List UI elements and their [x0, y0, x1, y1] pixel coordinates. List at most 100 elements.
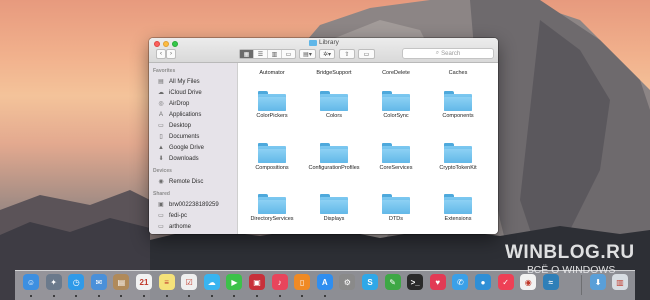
folder-icon — [309, 39, 317, 46]
safari-icon[interactable]: ◷ — [68, 274, 85, 290]
folder-label: Compositions — [255, 165, 289, 171]
computer-icon: ▭ — [158, 213, 164, 219]
watermark-title: WINBLOG.RU — [505, 242, 635, 263]
tags-button[interactable]: ▭ — [358, 49, 375, 59]
messages-icon[interactable]: ☁ — [203, 274, 220, 290]
reminders-icon[interactable]: ☑ — [181, 274, 198, 290]
applications-icon: A — [158, 111, 163, 118]
sidebar-item[interactable]: ▤ All My Files — [149, 76, 237, 87]
forward-button[interactable]: › — [166, 49, 176, 59]
folder-item[interactable]: Components — [427, 91, 489, 119]
folder-label: ConfigurationProfiles — [308, 165, 360, 171]
folder-icon — [320, 143, 348, 163]
icon-view-button[interactable]: ▦ — [240, 50, 254, 58]
disc-icon: ◉ — [158, 179, 164, 185]
list-view-button[interactable]: ☰ — [254, 50, 268, 58]
file-item-label[interactable]: Automator — [241, 70, 303, 76]
folder-item[interactable]: DTDs — [365, 194, 427, 222]
pocket-icon[interactable]: ✓ — [497, 274, 514, 290]
all-files-icon: ▤ — [158, 79, 164, 85]
sidebar-item[interactable]: ▣ brw002238189259 — [149, 199, 237, 210]
sidebar-item[interactable]: A Applications — [149, 109, 237, 120]
finder-icon[interactable]: ☺ — [23, 274, 39, 290]
notes-icon[interactable]: ≡ — [158, 274, 175, 290]
sidebar-item[interactable]: ◎ AirDrop — [149, 98, 237, 109]
folder-label: CoreServices — [379, 165, 413, 171]
folder-item[interactable]: ConfigurationProfiles — [303, 143, 365, 171]
launchpad-icon[interactable]: ✦ — [45, 274, 62, 290]
folder-item[interactable]: Extensions — [427, 194, 489, 222]
photo-booth-icon[interactable]: ▣ — [249, 274, 265, 290]
terminal-icon[interactable]: >_ — [407, 274, 424, 290]
search-field[interactable]: ⌕ Search — [402, 48, 494, 59]
contacts-icon[interactable]: ▤ — [113, 274, 130, 290]
twitter-icon[interactable]: ✆ — [452, 274, 469, 290]
sidebar-item[interactable]: ▭ arthome — [149, 221, 237, 232]
folder-item[interactable]: CryptoTokenKit — [427, 143, 489, 171]
share-icon: ⇧ — [344, 51, 350, 58]
computer-icon: ▭ — [158, 224, 164, 230]
system-preferences-icon[interactable]: ⚙ — [339, 274, 356, 290]
lips-icon[interactable]: ♥ — [429, 274, 446, 290]
finder-window[interactable]: Library ‹ › ▦ ☰ ▥ ▭ ▤▾ ✲▾ ⇧ ▭ ⌕ Search F… — [149, 38, 498, 234]
mavericks-icon[interactable]: ≈ — [542, 274, 559, 290]
file-item-label[interactable]: CoreDelete — [365, 70, 427, 76]
sidebar-item[interactable]: ▲ Google Drive — [149, 142, 237, 153]
window-title: Library — [309, 39, 339, 46]
search-icon: ⌕ — [435, 50, 440, 56]
column-view-button[interactable]: ▥ — [268, 50, 282, 58]
downloads-stack-icon[interactable]: ⬇ — [590, 274, 606, 290]
folder-label: Components — [442, 113, 474, 119]
file-item-label[interactable]: BridgeSupport — [303, 70, 365, 76]
trash-icon[interactable]: ▥ — [612, 274, 628, 290]
ibooks-icon[interactable]: ▯ — [294, 274, 311, 290]
facetime-icon[interactable]: ▶ — [226, 274, 243, 290]
mail-icon[interactable]: ✉ — [90, 274, 107, 290]
action-button[interactable]: ✲▾ — [319, 49, 335, 59]
calendar-icon[interactable]: 21 — [136, 274, 152, 290]
folder-label: DirectoryServices — [250, 216, 294, 222]
folder-label: Colors — [326, 113, 342, 119]
itunes-icon[interactable]: ♪ — [271, 274, 288, 290]
cover-flow-button[interactable]: ▭ — [282, 50, 295, 58]
sidebar-item[interactable]: ◉ Remote Disc — [149, 176, 237, 187]
skype-icon[interactable]: S — [362, 274, 378, 290]
sidebar-item-label: fedi-pc — [169, 212, 188, 219]
folder-icon — [382, 91, 410, 111]
sidebar-item[interactable]: ▯ Documents — [149, 131, 237, 142]
file-item-label[interactable]: Caches — [427, 70, 489, 76]
view-mode-group[interactable]: ▦ ☰ ▥ ▭ — [239, 49, 296, 59]
title-bar[interactable]: Library ‹ › ▦ ☰ ▥ ▭ ▤▾ ✲▾ ⇧ ▭ ⌕ Search — [149, 38, 498, 63]
minimize-button[interactable] — [163, 41, 169, 47]
sidebar-item[interactable]: ☁ iCloud Drive — [149, 87, 237, 98]
share-button[interactable]: ⇧ — [339, 49, 355, 59]
folder-item[interactable]: ColorPickers — [241, 91, 303, 119]
file-grid: Automator BridgeSupport CoreDelete Caches Co… — [239, 63, 498, 234]
chrome-icon[interactable]: ◉ — [520, 274, 537, 290]
back-button[interactable]: ‹ — [156, 49, 166, 59]
dock-separator — [581, 275, 582, 295]
folder-item[interactable]: ColorSync — [365, 91, 427, 119]
folder-item[interactable]: DirectoryServices — [241, 194, 303, 222]
tweetbot-icon[interactable]: ● — [475, 274, 491, 290]
running-indicator — [256, 295, 258, 297]
app-store-icon[interactable]: A — [316, 274, 333, 290]
sidebar-item[interactable]: ▭ Desktop — [149, 120, 237, 131]
sidebar-item[interactable]: ▭ fedi-pc — [149, 210, 237, 221]
zoom-button[interactable] — [172, 41, 178, 47]
running-indicator — [97, 295, 100, 297]
running-indicator — [120, 295, 123, 297]
sidebar-item-label: Downloads — [169, 155, 199, 162]
evernote-icon[interactable]: ✎ — [384, 274, 401, 290]
arrange-button[interactable]: ▤▾ — [299, 49, 316, 59]
folder-item[interactable]: Compositions — [241, 143, 303, 171]
folder-icon — [258, 194, 286, 214]
folder-item[interactable]: Colors — [303, 91, 365, 119]
folder-item[interactable]: Displays — [303, 194, 365, 222]
sidebar-item[interactable]: ⬇ Downloads — [149, 153, 237, 164]
folder-item[interactable]: CoreServices — [365, 143, 427, 171]
close-button[interactable] — [154, 41, 160, 47]
downloads-icon: ⬇ — [158, 156, 164, 162]
sidebar-item-label: Remote Disc — [169, 178, 204, 185]
sidebar: Favorites ▤ All My Files ☁ iCloud Drive ◎ Air… — [149, 63, 238, 234]
